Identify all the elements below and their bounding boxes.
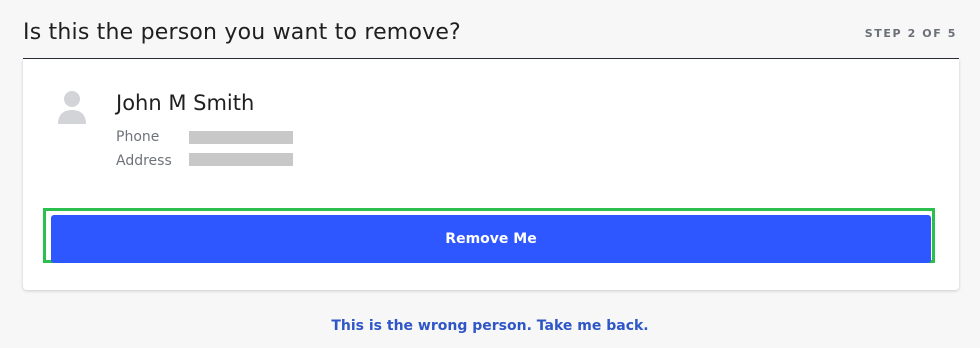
remove-me-button[interactable]: Remove Me [51,215,931,263]
person-card: John M Smith Phone Address Remove Me [23,59,959,290]
confirm-person-page: Is this the person you want to remove? S… [0,0,980,348]
page-title: Is this the person you want to remove? [23,20,461,45]
address-redacted-value [189,153,293,166]
user-silhouette-icon [58,91,86,124]
page-header: Is this the person you want to remove? S… [23,18,959,59]
step-indicator: STEP 2 OF 5 [864,27,957,40]
person-name: John M Smith [116,91,255,115]
wrong-person-back-link[interactable]: This is the wrong person. Take me back. [0,318,980,334]
phone-label: Phone [116,129,160,145]
address-label: Address [116,153,172,169]
phone-redacted-value [189,131,293,144]
